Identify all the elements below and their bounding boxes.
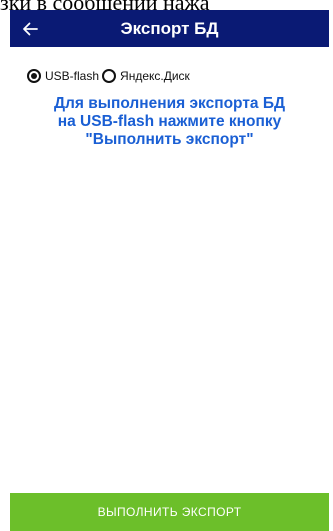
- app-bar: Экспорт БД: [10, 10, 329, 47]
- export-instructions: Для выполнения экспорта БД на USB-flash …: [10, 95, 329, 149]
- radio-unchecked-icon[interactable]: [102, 69, 117, 83]
- run-export-button[interactable]: ВЫПОЛНИТЬ ЭКСПОРТ: [10, 493, 329, 531]
- page-title: Экспорт БД: [120, 19, 219, 38]
- radio-option-usb-flash[interactable]: USB-flash: [27, 69, 99, 83]
- export-target-radio-group: USB-flash Яндекс.Диск: [27, 65, 190, 87]
- export-content: USB-flash Яндекс.Диск Для выполнения экс…: [10, 47, 329, 493]
- radio-checked-icon[interactable]: [27, 69, 41, 83]
- radio-label-yandex-disk: Яндекс.Диск: [120, 69, 190, 83]
- back-button[interactable]: [10, 10, 50, 47]
- radio-label-usb-flash: USB-flash: [45, 69, 100, 83]
- instruction-line: на USB-flash нажмите кнопку: [57, 113, 282, 130]
- radio-option-yandex-disk[interactable]: Яндекс.Диск: [102, 69, 190, 83]
- instruction-line: Для выполнения экспорта БД: [53, 95, 286, 112]
- arrow-left-icon: [23, 22, 38, 35]
- instruction-line: "Выполнить экспорт": [85, 131, 254, 148]
